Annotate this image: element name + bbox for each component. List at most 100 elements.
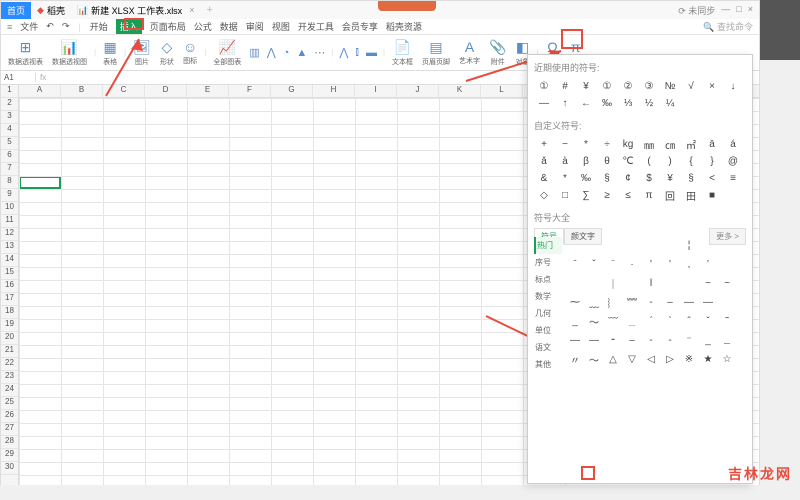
symbol-item[interactable]: ← — [576, 95, 596, 111]
symbol-item[interactable] — [718, 237, 736, 254]
symbol-item[interactable]: ◇ — [534, 187, 554, 203]
col-header[interactable]: E — [187, 85, 229, 97]
symbol-item[interactable]: ⁻ — [680, 332, 698, 349]
symbol-item[interactable]: ② — [618, 78, 638, 94]
symbol-item[interactable]: kg — [618, 136, 638, 152]
symbol-item[interactable]: ① — [597, 78, 617, 94]
symbol-item[interactable]: ‰ — [597, 95, 617, 111]
menu-layout[interactable]: 页面布局 — [150, 20, 186, 33]
promo-badge[interactable] — [378, 1, 436, 11]
symbol-item[interactable]: ◁ — [642, 351, 660, 368]
row-header[interactable]: 14 — [1, 254, 18, 267]
symbol-item[interactable]: ¼ — [660, 95, 680, 111]
row-header[interactable]: 3 — [1, 111, 18, 124]
row-header[interactable]: 19 — [1, 319, 18, 332]
sparkline-col-icon[interactable]: ⫾ — [353, 46, 361, 59]
symbol-item[interactable]: & — [534, 170, 554, 186]
symbol-item[interactable]: ▽ — [623, 351, 641, 368]
symbol-item[interactable]: + — [534, 136, 554, 152]
symbol-item[interactable]: № — [660, 78, 680, 94]
symbol-item[interactable] — [680, 275, 698, 292]
symbol-item[interactable]: ㎜ — [639, 136, 659, 152]
category-item[interactable]: 标点 — [534, 271, 562, 288]
symbol-item[interactable] — [566, 237, 584, 254]
textbox-button[interactable]: 📄文本框 — [389, 39, 416, 67]
chart-more-icon[interactable]: ⋯ — [312, 46, 327, 59]
headerfooter-button[interactable]: ▤页眉页脚 — [419, 39, 453, 67]
row-header[interactable]: 28 — [1, 436, 18, 449]
menu-formula[interactable]: 公式 — [194, 20, 212, 33]
symbol-item[interactable]: √ — [681, 78, 701, 94]
chart-pie-icon[interactable]: ◔ — [281, 47, 292, 59]
row-header[interactable]: 17 — [1, 293, 18, 306]
col-header[interactable]: H — [313, 85, 355, 97]
symbol-item[interactable]: § — [681, 170, 701, 186]
row-header[interactable]: 20 — [1, 332, 18, 345]
symbol-item[interactable]: < — [702, 170, 722, 186]
col-header[interactable]: B — [61, 85, 103, 97]
symbol-item[interactable]: * — [576, 136, 596, 152]
symbol-item[interactable]: ｜ — [604, 275, 622, 292]
symbol-item[interactable]: ⁓ — [566, 294, 584, 311]
category-item[interactable]: 序号 — [534, 254, 562, 271]
symbol-item[interactable]: ¥ — [576, 78, 596, 94]
symbol-item[interactable]: ― — [699, 294, 717, 311]
symbol-item[interactable]: 回 — [660, 187, 680, 203]
row-header[interactable]: 22 — [1, 358, 18, 371]
symbol-item[interactable] — [718, 294, 736, 311]
symbol-item[interactable]: ﹘ — [718, 332, 736, 349]
col-header[interactable]: J — [397, 85, 439, 97]
symbol-item[interactable]: @ — [723, 153, 743, 169]
symbol-item[interactable]: ℃ — [618, 153, 638, 169]
category-item[interactable]: 数学 — [534, 288, 562, 305]
symbol-item[interactable]: ≡ — [723, 170, 743, 186]
symbol-item[interactable]: - — [642, 332, 660, 349]
col-header[interactable]: A — [19, 85, 61, 97]
picture-button[interactable]: 🖼图片 — [130, 39, 154, 67]
symbol-item[interactable]: ˇ — [699, 313, 717, 330]
symbol-item[interactable]: ﹌ — [623, 294, 641, 311]
sync-status[interactable]: ⟳ 未同步 — [678, 4, 715, 17]
symbol-item[interactable]: – — [623, 332, 641, 349]
symbol-item[interactable]: ¢ — [618, 170, 638, 186]
col-header[interactable]: C — [103, 85, 145, 97]
symbol-item[interactable]: ﹋ — [604, 313, 622, 330]
shape-button[interactable]: ◇形状 — [157, 39, 177, 67]
symbol-item[interactable]: ˋ — [661, 313, 679, 330]
symbol-item[interactable]: á — [723, 136, 743, 152]
col-header[interactable]: L — [481, 85, 523, 97]
row-header[interactable]: 4 — [1, 124, 18, 137]
menu-data[interactable]: 数据 — [220, 20, 238, 33]
tab-home[interactable]: 首页 — [1, 2, 31, 19]
symbol-item[interactable]: ⅓ — [618, 95, 638, 111]
row-header[interactable]: 7 — [1, 163, 18, 176]
symbol-item[interactable] — [661, 237, 679, 254]
category-item[interactable]: 其他 — [534, 356, 562, 373]
symbol-item[interactable]: ÷ — [597, 136, 617, 152]
symbol-item[interactable]: ★ — [699, 351, 717, 368]
symbol-item[interactable]: _ — [566, 313, 584, 330]
symbol-item[interactable]: ≥ — [597, 187, 617, 203]
row-header[interactable]: 2 — [1, 98, 18, 111]
symbol-item[interactable]: ǀ — [642, 275, 660, 292]
symbol-item[interactable]: − — [555, 136, 575, 152]
sparkline-wl-icon[interactable]: ▬ — [364, 47, 379, 59]
symbol-item[interactable]: ③ — [639, 78, 659, 94]
symbol-item[interactable]: ⁃ — [604, 332, 622, 349]
row-header[interactable]: 18 — [1, 306, 18, 319]
symbol-item[interactable]: β — [576, 153, 596, 169]
symbol-item[interactable]: ˆ — [680, 313, 698, 330]
app-close-icon[interactable]: × — [748, 4, 753, 17]
category-item[interactable]: 单位 — [534, 322, 562, 339]
symbol-item[interactable]: ▷ — [661, 351, 679, 368]
symbol-item[interactable]: ~ — [699, 275, 717, 292]
category-item[interactable]: 语文 — [534, 339, 562, 356]
menu-member[interactable]: 会员专享 — [342, 20, 378, 33]
symbol-item[interactable]: } — [702, 153, 722, 169]
attach-button[interactable]: 📎附件 — [486, 39, 509, 67]
symbol-item[interactable]: ¥ — [660, 170, 680, 186]
symbol-item[interactable]: □ — [555, 187, 575, 203]
symbol-item[interactable]: ① — [534, 78, 554, 94]
row-header[interactable]: 5 — [1, 137, 18, 150]
wordart-button[interactable]: A艺术字 — [456, 39, 483, 66]
